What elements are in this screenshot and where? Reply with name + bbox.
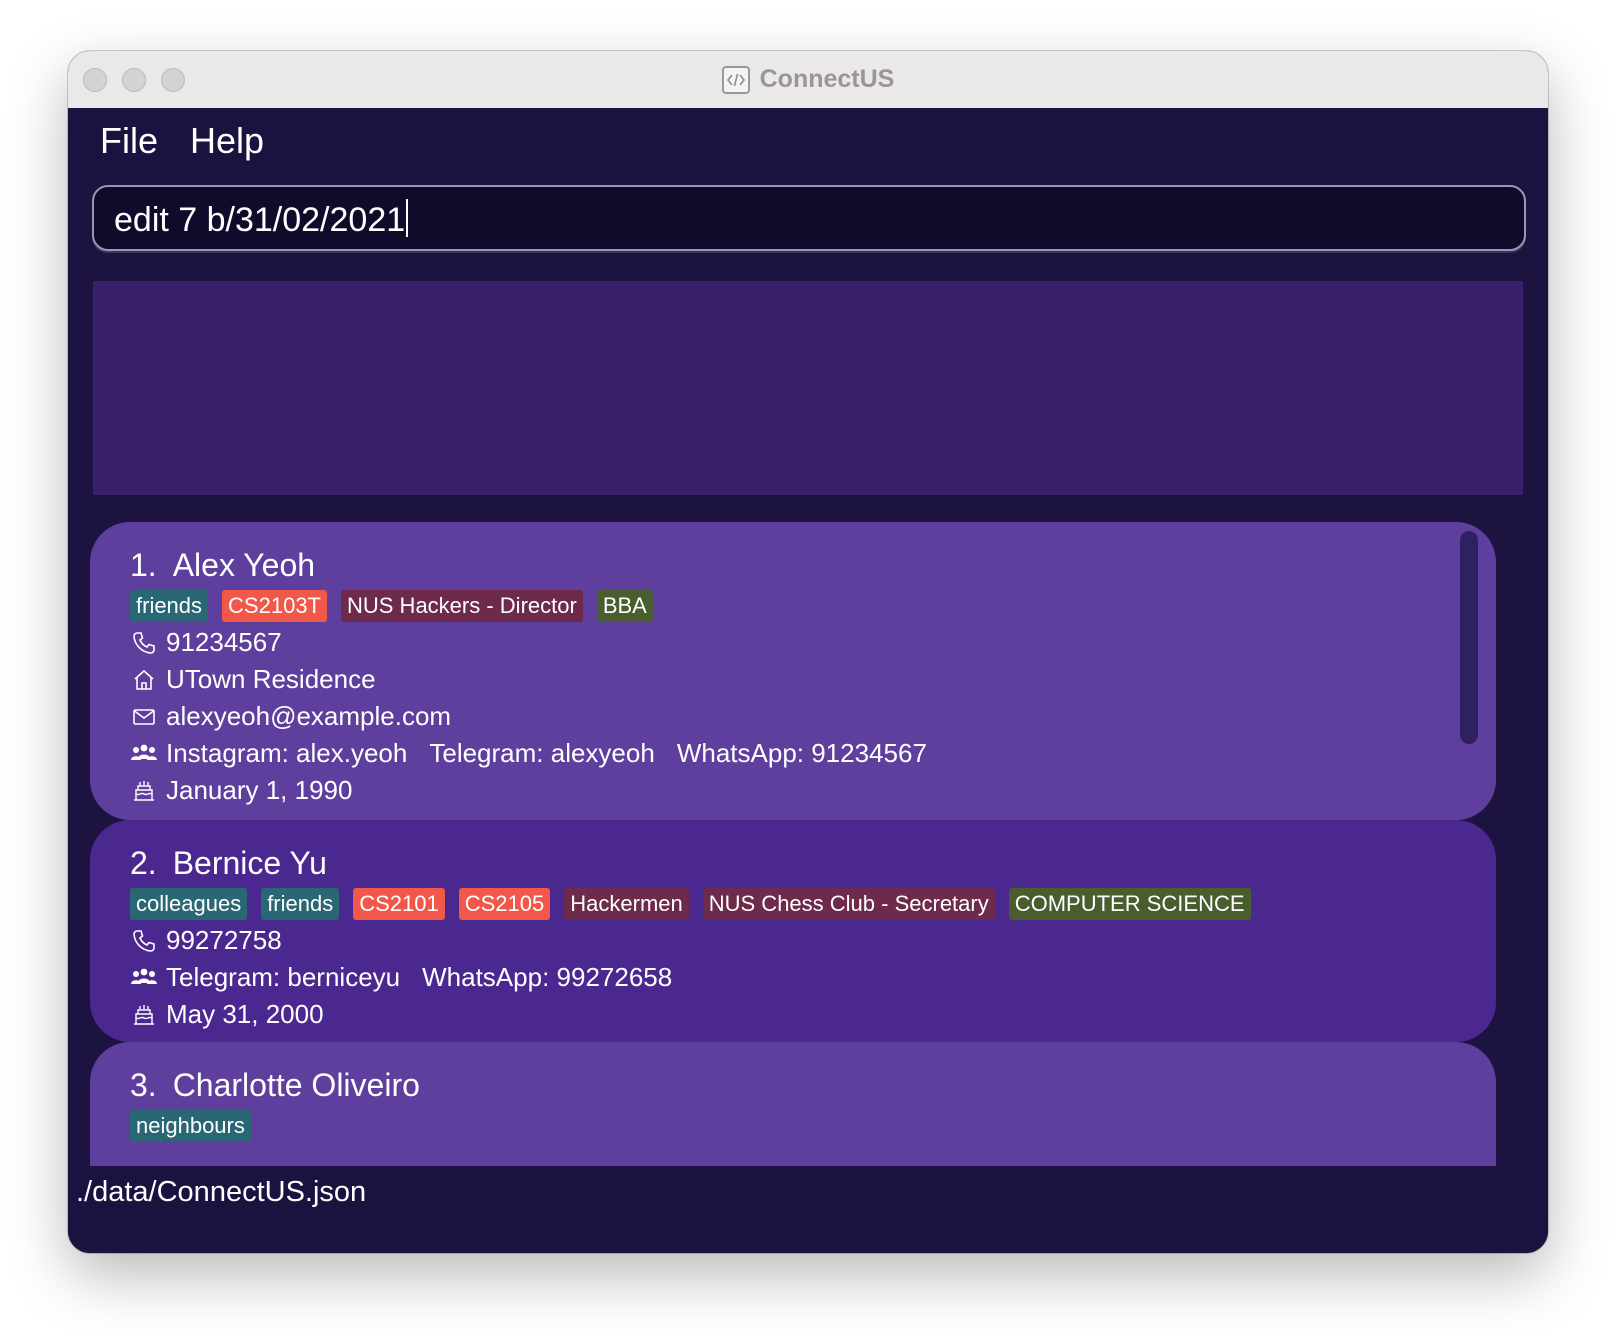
command-input-value: edit 7 b/31/02/2021 <box>114 201 406 239</box>
address: UTown Residence <box>166 664 376 694</box>
menu-bar: File Help <box>68 108 1548 174</box>
person-name: Bernice Yu <box>172 845 327 881</box>
birthday: January 1, 1990 <box>166 775 353 805</box>
person-card[interactable]: 1. Alex Yeoh friends CS2103T NUS Hackers … <box>90 522 1496 820</box>
tag-list: friends CS2103T NUS Hackers - Director B… <box>130 590 1496 624</box>
birthday: May 31, 2000 <box>166 999 324 1029</box>
tag: COMPUTER SCIENCE <box>1008 888 1251 920</box>
window-title: ConnectUS <box>759 65 895 93</box>
text-caret <box>406 199 409 237</box>
person-list[interactable]: 1. Alex Yeoh friends CS2103T NUS Hackers … <box>68 495 1548 1189</box>
tag: CS2101 <box>353 888 445 920</box>
person-name-row: 3. Charlotte Oliveiro <box>130 1064 1496 1106</box>
birthday-row: May 31, 2000 <box>130 996 1496 1033</box>
person-card[interactable]: 2. Bernice Yu colleagues friends CS2101 C… <box>90 820 1496 1042</box>
birthday-row: January 1, 1990 <box>130 772 1496 809</box>
phone-icon <box>130 927 158 955</box>
tag: CS2105 <box>458 888 551 920</box>
tag: CS2103T <box>222 590 327 622</box>
phone-icon <box>130 629 158 657</box>
social-handle: Telegram: alexyeoh <box>429 738 655 768</box>
save-location: ./data/ConnectUS.json <box>76 1176 367 1208</box>
tag: friends <box>261 888 340 920</box>
tag: friends <box>130 590 209 622</box>
people-icon <box>130 740 158 768</box>
social-handle: WhatsApp: 99272658 <box>422 962 673 992</box>
social-handle: Telegram: berniceyu <box>166 962 401 992</box>
person-name-row: 2. Bernice Yu <box>130 842 1496 884</box>
mail-icon <box>130 703 158 731</box>
email: alexyeoh@example.com <box>166 701 452 731</box>
title-bar: ConnectUS <box>68 51 1548 109</box>
person-name: Charlotte Oliveiro <box>172 1067 420 1103</box>
menu-file[interactable]: File <box>100 120 158 162</box>
app-window: ConnectUS File Help edit 7 b/31/02/2021 … <box>68 51 1548 1253</box>
person-index: 3. <box>130 1067 157 1103</box>
result-display <box>93 281 1523 499</box>
tag: BBA <box>596 590 653 622</box>
person-index: 2. <box>130 845 157 881</box>
tag-list: neighbours <box>130 1110 1496 1144</box>
socials-row: Telegram: berniceyu WhatsApp: 99272658 <box>130 959 1496 996</box>
social-handle: Instagram: alex.yeoh <box>166 738 408 768</box>
socials-row: Instagram: alex.yeoh Telegram: alexyeoh … <box>130 735 1496 772</box>
email-row: alexyeoh@example.com <box>130 698 1496 735</box>
tag: NUS Hackers - Director <box>341 590 583 622</box>
tag: colleagues <box>130 888 248 920</box>
social-handle: WhatsApp: 91234567 <box>676 738 927 768</box>
tag-list: colleagues friends CS2101 CS2105 Hackerm… <box>130 888 1496 922</box>
cake-icon <box>130 1001 158 1029</box>
person-index: 1. <box>130 547 157 583</box>
people-icon <box>130 964 158 992</box>
person-name-row: 1. Alex Yeoh <box>130 544 1496 586</box>
app-icon <box>721 65 750 94</box>
tag: neighbours <box>130 1110 251 1142</box>
cake-icon <box>130 777 158 805</box>
menu-help[interactable]: Help <box>190 120 264 162</box>
home-icon <box>130 666 158 694</box>
status-bar: ./data/ConnectUS.json <box>68 1166 1548 1253</box>
phone-row: 91234567 <box>130 624 1496 661</box>
person-name: Alex Yeoh <box>172 547 316 583</box>
phone-row: 99272758 <box>130 922 1496 959</box>
list-scrollbar[interactable] <box>1460 531 1478 744</box>
tag: Hackermen <box>564 888 689 920</box>
address-row: UTown Residence <box>130 661 1496 698</box>
tag: NUS Chess Club - Secretary <box>702 888 995 920</box>
phone-number: 99272758 <box>166 925 282 955</box>
command-input[interactable]: edit 7 b/31/02/2021 <box>92 185 1526 251</box>
phone-number: 91234567 <box>166 627 282 657</box>
